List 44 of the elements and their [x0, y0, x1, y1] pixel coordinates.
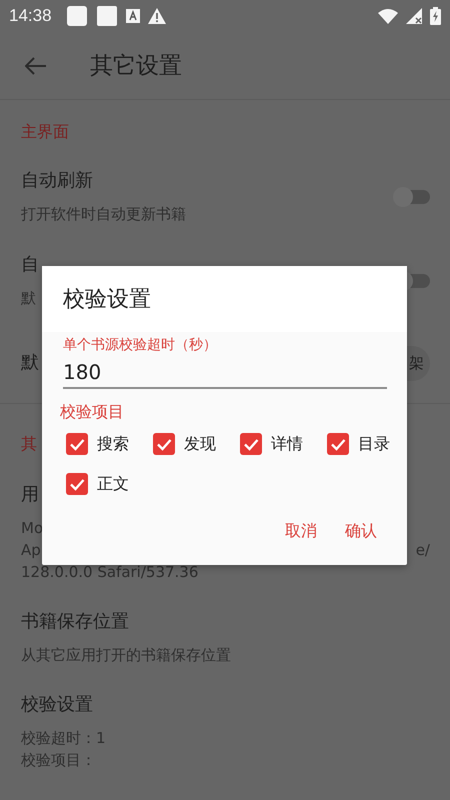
setting-title: 自动刷新 [21, 169, 93, 193]
checkbox-label: 目录 [358, 434, 390, 454]
notification-icon [96, 5, 118, 27]
section-header: 其 [21, 434, 37, 453]
warning-icon [148, 8, 166, 24]
section-label: 校验项目 [60, 401, 124, 423]
field-label: 单个书源校验超时（秒） [63, 336, 217, 355]
checkbox-label: 发现 [184, 434, 216, 454]
dialog-title: 校验设置 [63, 286, 151, 314]
setting-summary: 校验项目： [21, 750, 96, 771]
checkbox-label: 详情 [271, 434, 303, 454]
setting-summary: 校验超时：1 [21, 728, 106, 749]
setting-summary: 128.0.0.0 Safari/537.36 [21, 562, 198, 583]
battery-icon [430, 7, 441, 25]
setting-title: 用 [21, 483, 39, 507]
dialog-button[interactable]: 确认 [335, 515, 387, 548]
setting-summary: Mo [21, 518, 44, 539]
checkbox-label: 正文 [97, 474, 129, 494]
setting-title: 自 [21, 253, 39, 277]
checkbox[interactable] [240, 433, 262, 455]
checkbox[interactable] [327, 433, 349, 455]
checkbox[interactable] [66, 433, 88, 455]
setting-title: 校验设置 [21, 693, 93, 717]
checkbox[interactable] [153, 433, 175, 455]
translate-icon [126, 9, 140, 23]
section-header: 主界面 [21, 122, 69, 141]
notification-icon [66, 5, 88, 27]
setting-title: 默 [21, 351, 39, 375]
setting-summary: 从其它应用打开的书籍保存位置 [21, 645, 231, 666]
setting-summary: e/ [416, 540, 430, 561]
page-title: 其它设置 [90, 52, 182, 81]
input-field[interactable]: 180 [63, 356, 387, 389]
setting-summary: Ap [21, 540, 41, 561]
status-time: 14:38 [9, 6, 52, 26]
wifi-icon [378, 8, 398, 24]
back-icon[interactable] [25, 56, 47, 74]
toggle-switch[interactable] [396, 190, 430, 204]
setting-summary: 打开软件时自动更新书籍 [21, 204, 186, 225]
setting-title: 书籍保存位置 [21, 610, 129, 634]
signal-icon [406, 8, 422, 24]
checkbox-label: 搜索 [97, 434, 129, 454]
checkbox[interactable] [66, 473, 88, 495]
dialog-button[interactable]: 取消 [275, 515, 327, 548]
setting-summary: 默 [21, 288, 36, 309]
